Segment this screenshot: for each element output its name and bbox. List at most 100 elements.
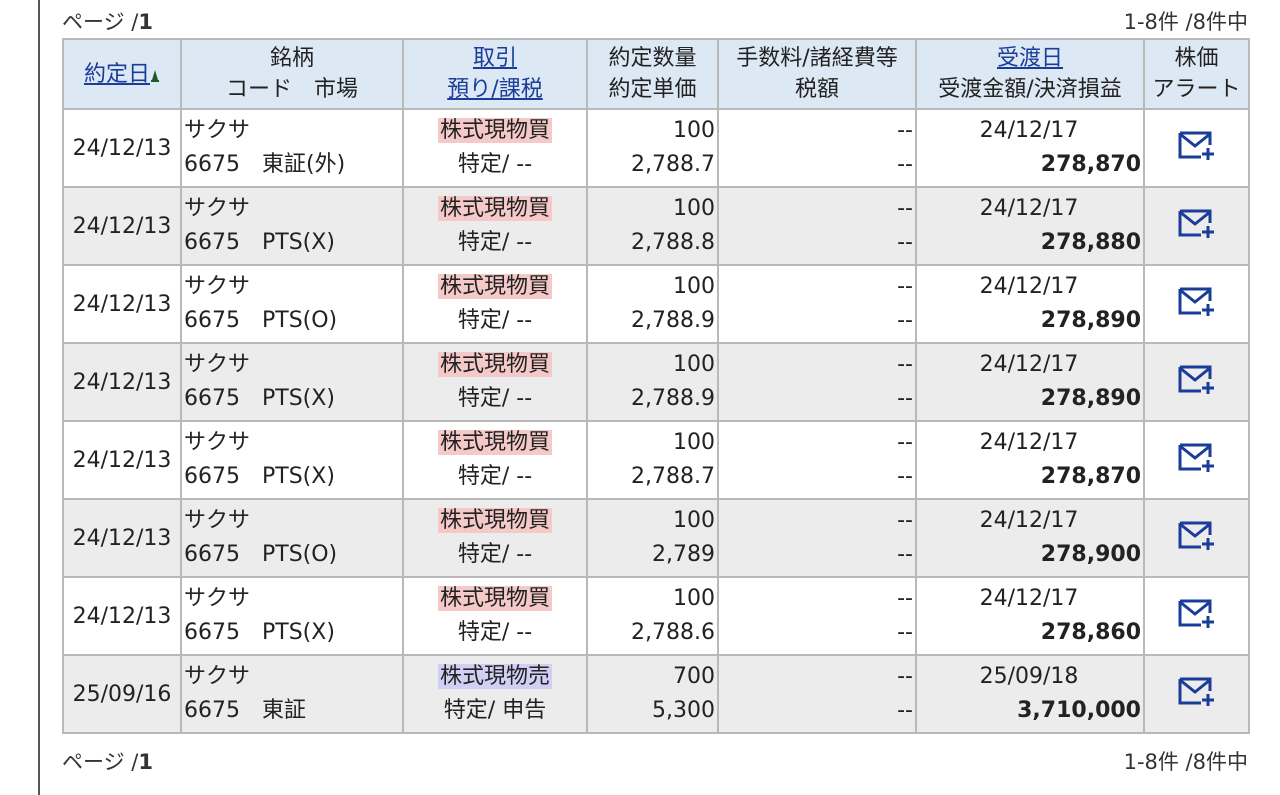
trade-date: 24/12/13 [62,186,182,266]
qty-price-cell: 100 2,789 [586,498,719,578]
alert-cell [1143,108,1250,188]
trade-type-badge: 株式現物売 [437,664,552,689]
settlement-cell: 24/12/17 278,870 [915,108,1145,188]
qty-price-cell: 700 5,300 [586,654,719,734]
header-price-alert: 株価 アラート [1143,38,1250,110]
sort-account-link[interactable]: 預り/課税 [447,77,542,102]
qty-price-cell: 100 2,788.9 [586,264,719,344]
page-indicator-bottom: ページ /1 [62,750,153,774]
tax-value: -- [897,698,913,723]
issue-code-market: 6675 PTS(X) [184,620,335,645]
mail-plus-icon[interactable] [1177,206,1217,240]
result-count-bottom: 1-8件 /8件中 [1123,750,1248,774]
fee-value: -- [897,274,913,299]
tax-value: -- [897,230,913,255]
trade-qty: 100 [673,118,715,143]
trade-date: 24/12/13 [62,342,182,422]
trade-type-badge: 株式現物買 [437,586,552,611]
tax-value: -- [897,386,913,411]
sort-trade-link[interactable]: 取引 [473,46,517,71]
fee-value: -- [897,352,913,377]
alert-cell [1143,186,1250,266]
issue-cell: サクサ 6675 PTS(X) [180,576,404,656]
trade-type-badge: 株式現物買 [437,274,552,299]
trade-price: 5,300 [652,698,715,723]
issue-name: サクサ [184,508,251,533]
header-issue: 銘柄 コード 市場 [180,38,404,110]
account-tax: 特定/ -- [457,620,533,645]
trade-cell: 株式現物買 特定/ -- [402,264,588,344]
mail-plus-icon[interactable] [1177,518,1217,552]
tax-value: -- [897,308,913,333]
header-trade: 取引 預り/課税 [402,38,588,110]
trade-cell: 株式現物買 特定/ -- [402,420,588,500]
settle-amount: 278,890 [1040,308,1141,333]
issue-code-market: 6675 東証(外) [184,152,346,177]
trade-cell: 株式現物買 特定/ -- [402,186,588,266]
settle-amount: 278,870 [1040,152,1141,177]
settle-amount: 278,860 [1040,620,1141,645]
account-tax: 特定/ -- [457,542,533,567]
settle-date: 24/12/17 [979,196,1079,221]
mail-plus-icon[interactable] [1177,440,1217,474]
account-tax: 特定/ -- [457,230,533,255]
issue-name: サクサ [184,430,251,455]
mail-plus-icon[interactable] [1177,128,1217,162]
sort-settle-date-link[interactable]: 受渡日 [997,46,1063,71]
issue-cell: サクサ 6675 PTS(X) [180,186,404,266]
fee-value: -- [897,118,913,143]
trade-qty: 100 [673,430,715,455]
issue-code-market: 6675 PTS(O) [184,308,338,333]
issue-cell: サクサ 6675 東証 [180,654,404,734]
account-tax: 特定/ -- [457,386,533,411]
account-tax: 特定/ -- [457,152,533,177]
settle-date: 24/12/17 [979,508,1079,533]
fees-cell: -- -- [717,264,917,344]
settle-date: 25/09/18 [979,664,1079,689]
page-indicator: ページ /1 [62,10,153,34]
table-header-row: 約定日 銘柄 コード 市場 取引 預り/課税 約定数量 約定単価 手数料/諸経費… [62,38,1250,110]
fees-cell: -- -- [717,498,917,578]
settle-date: 24/12/17 [979,586,1079,611]
account-tax: 特定/ 申告 [443,698,547,723]
sort-desc-icon[interactable] [150,66,160,84]
alert-cell [1143,498,1250,578]
trade-date: 24/12/13 [62,264,182,344]
issue-name: サクサ [184,274,251,299]
qty-price-cell: 100 2,788.7 [586,108,719,188]
mail-plus-icon[interactable] [1177,674,1217,708]
trade-date: 25/09/16 [62,654,182,734]
settle-amount: 278,890 [1040,386,1141,411]
trade-price: 2,788.8 [631,230,715,255]
fees-cell: -- -- [717,108,917,188]
settle-date: 24/12/17 [979,352,1079,377]
fee-value: -- [897,664,913,689]
trade-date: 24/12/13 [62,420,182,500]
settle-date: 24/12/17 [979,274,1079,299]
tax-value: -- [897,152,913,177]
issue-code-market: 6675 PTS(X) [184,230,335,255]
trade-history-table: 約定日 銘柄 コード 市場 取引 預り/課税 約定数量 約定単価 手数料/諸経費… [62,38,1250,734]
trade-price: 2,788.9 [631,308,715,333]
trade-qty: 100 [673,586,715,611]
trade-cell: 株式現物買 特定/ -- [402,342,588,422]
issue-cell: サクサ 6675 PTS(O) [180,264,404,344]
trade-price: 2,788.6 [631,620,715,645]
table-row: 24/12/13 サクサ 6675 PTS(X) 株式現物買 特定/ -- 10… [62,342,1250,422]
issue-code-market: 6675 東証 [184,698,306,723]
mail-plus-icon[interactable] [1177,596,1217,630]
alert-cell [1143,264,1250,344]
tax-value: -- [897,620,913,645]
issue-code-market: 6675 PTS(X) [184,464,335,489]
mail-plus-icon[interactable] [1177,284,1217,318]
settle-amount: 278,870 [1040,464,1141,489]
issue-name: サクサ [184,196,251,221]
settlement-cell: 24/12/17 278,900 [915,498,1145,578]
alert-cell [1143,654,1250,734]
settlement-cell: 24/12/17 278,890 [915,342,1145,422]
fees-cell: -- -- [717,342,917,422]
mail-plus-icon[interactable] [1177,362,1217,396]
issue-code-market: 6675 PTS(O) [184,542,338,567]
fee-value: -- [897,430,913,455]
sort-trade-date-link[interactable]: 約定日 [84,62,150,87]
